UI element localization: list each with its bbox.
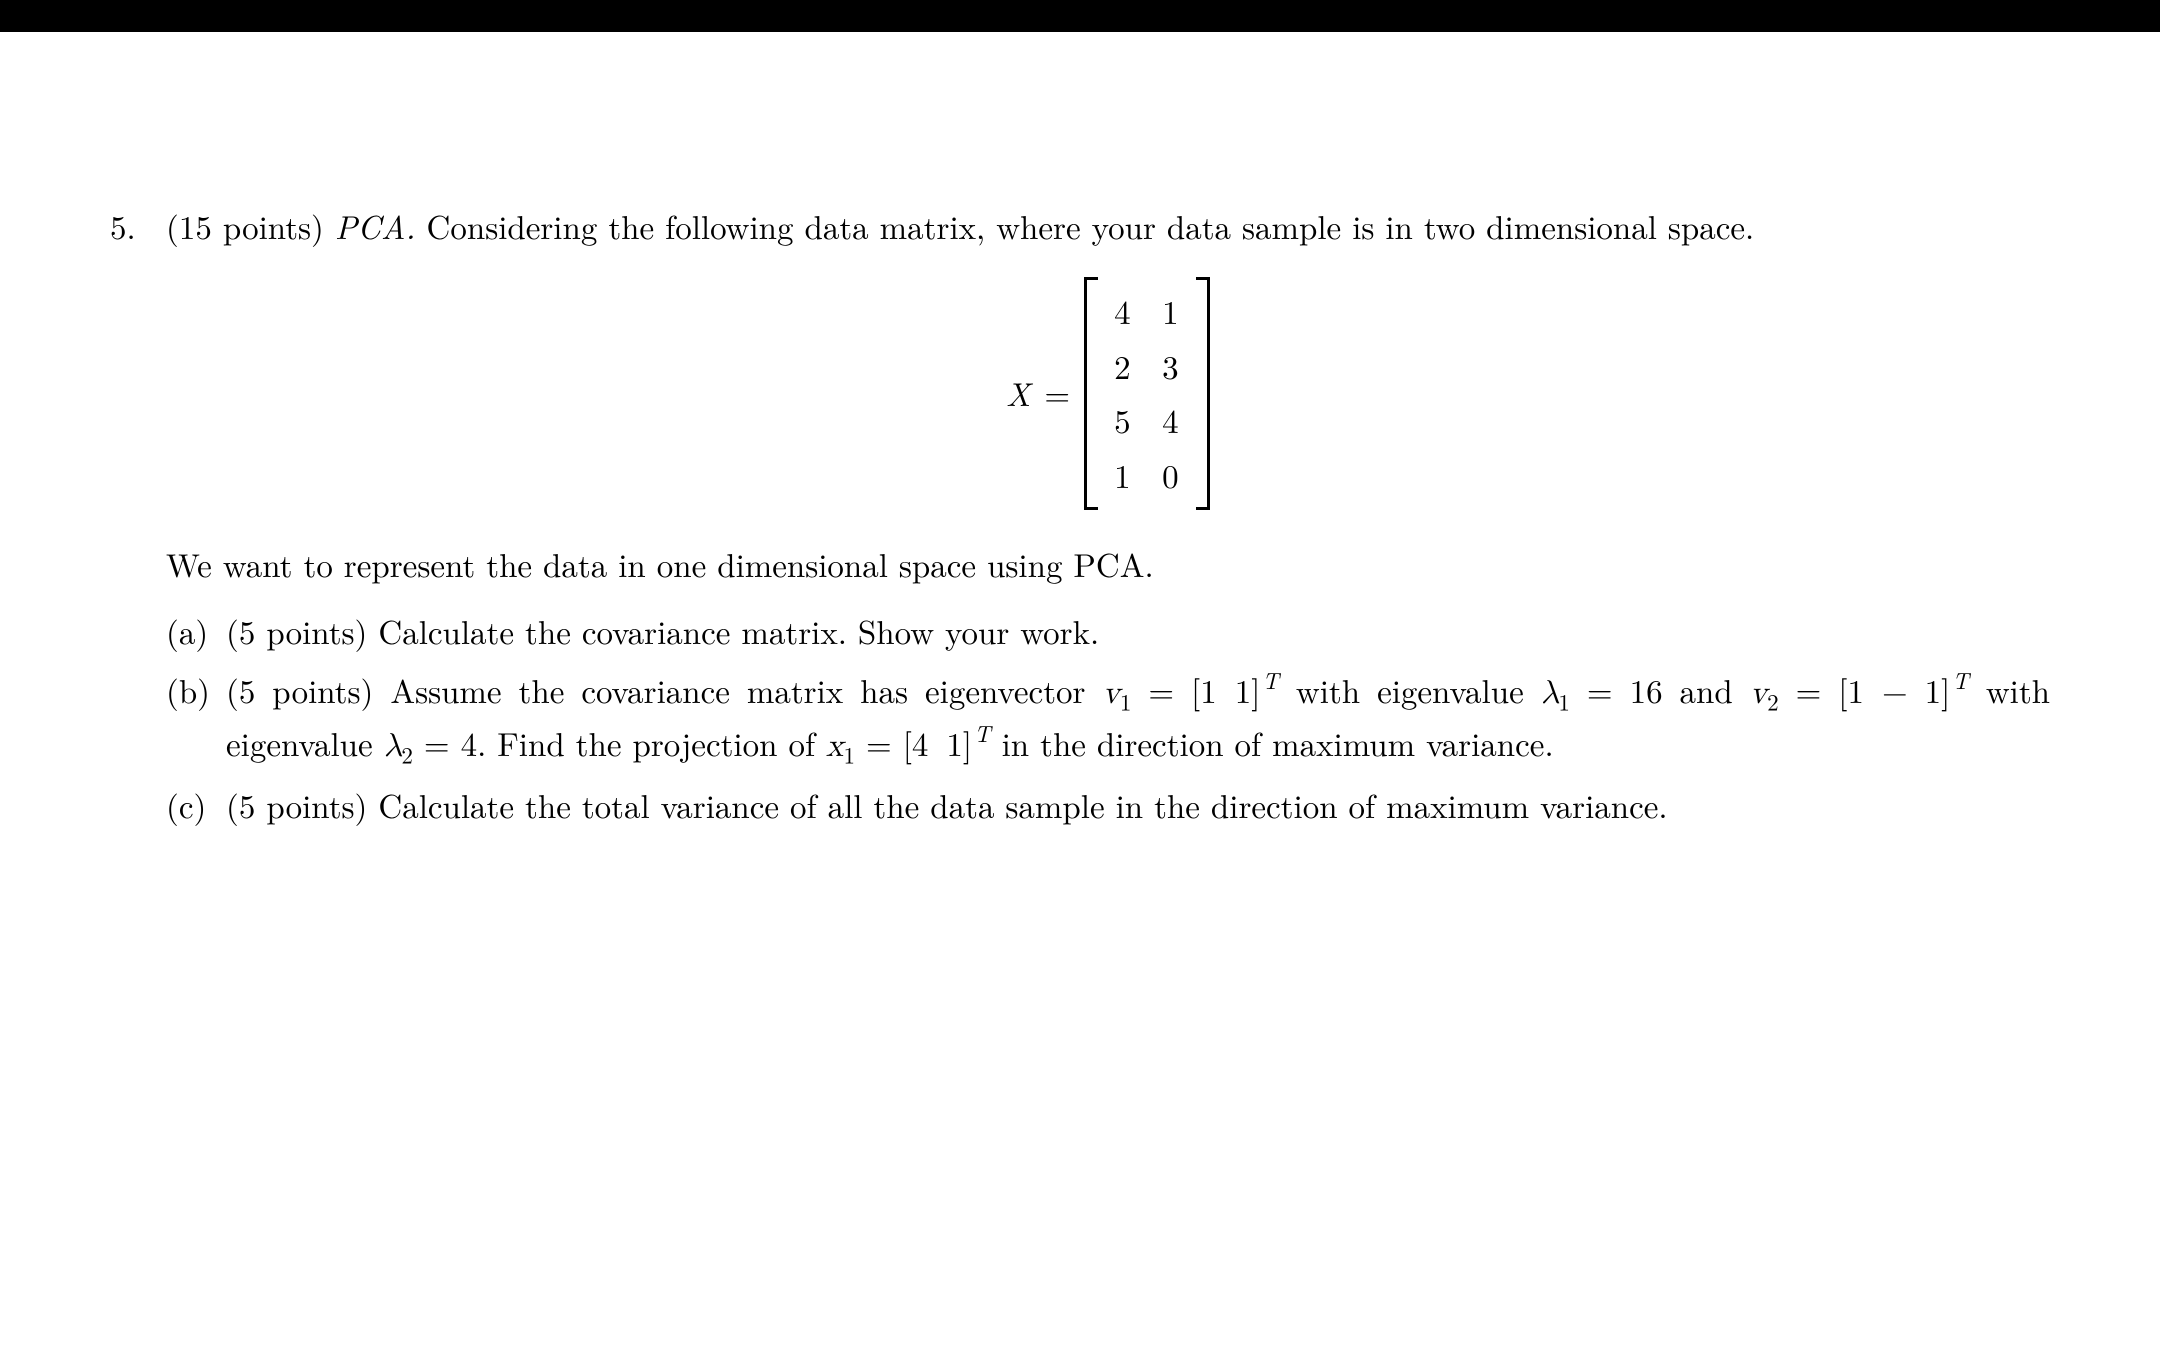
subpart-c: (c) (5 points) Calculate the total varia…: [166, 781, 2050, 830]
vec2-b: − 1: [1882, 666, 1941, 713]
subpart-b-label: (b): [166, 666, 226, 772]
v2-subscript: 2: [1767, 684, 1779, 717]
eq4-text: = 4. Find the projection of: [413, 719, 826, 766]
matrix-cell: 4: [1162, 396, 1180, 445]
subpart-a-label: (a): [166, 607, 226, 656]
vec1-close: ]: [1251, 666, 1260, 713]
vec1-open: [: [1191, 666, 1200, 713]
transpose-1: T: [1262, 663, 1279, 696]
matrix-equation: X = 4 1 2 3 5 4 1: [166, 277, 2050, 510]
subpart-c-points: (5 points): [226, 781, 367, 828]
transpose-2: T: [1952, 663, 1969, 696]
top-bar: [0, 0, 2160, 32]
matrix-cell: 2: [1114, 342, 1132, 391]
subpart-b-tail: in the direction of maximum variance.: [991, 719, 1554, 766]
matrix-cell: 0: [1162, 451, 1180, 500]
document-page: 5. (15 points) PCA. Considering the foll…: [0, 32, 2160, 1352]
eq-text: =: [1131, 666, 1191, 713]
subpart-b-content: (5 points) Assume the covariance matrix …: [226, 666, 2050, 772]
matrix-cell: 3: [1162, 342, 1180, 391]
vec3-a: 4: [912, 719, 929, 766]
right-square-bracket-icon: [1196, 277, 1210, 510]
problem-intro-text: Considering the following data matrix, w…: [416, 202, 1755, 249]
matrix-cell: 1: [1162, 287, 1180, 336]
x1-symbol: x: [826, 730, 843, 763]
matrix-variable: X: [1006, 369, 1031, 418]
x1-subscript: 1: [843, 737, 855, 770]
matrix-bracket: 4 1 2 3 5 4 1 0: [1084, 277, 1210, 510]
matrix-cell: 4: [1114, 287, 1132, 336]
vec3-b: 1: [946, 719, 963, 766]
lambda1-subscript: 1: [1558, 684, 1570, 717]
subpart-b: (b) (5 points) Assume the covariance mat…: [166, 666, 2050, 772]
eq3-text: =: [1779, 666, 1839, 713]
transpose-3: T: [974, 716, 991, 749]
matrix-cell: 5: [1114, 396, 1132, 445]
matrix-cell: 1: [1114, 451, 1132, 500]
vec1-b: 1: [1235, 666, 1252, 713]
problem-number: 5.: [110, 202, 166, 830]
subpart-c-content: (5 points) Calculate the total variance …: [226, 781, 2050, 830]
vec3-close: ]: [963, 719, 972, 766]
vec3-open: [: [903, 719, 912, 766]
problem-content: (15 points) PCA. Considering the followi…: [166, 202, 2050, 830]
eq2-text: = 16 and: [1570, 666, 1750, 713]
v1-symbol: v: [1102, 677, 1119, 710]
subpart-c-label: (c): [166, 781, 226, 830]
problem-intro: (15 points) PCA. Considering the followi…: [166, 202, 2050, 251]
problem-points: (15 points): [166, 202, 324, 249]
subpart-c-text: Calculate the total variance of all the …: [367, 781, 1667, 828]
subpart-a-content: (5 points) Calculate the covariance matr…: [226, 607, 2050, 656]
left-square-bracket-icon: [1084, 277, 1098, 510]
problem-title: PCA.: [335, 202, 416, 249]
vec2-close: ]: [1941, 666, 1950, 713]
v1-subscript: 1: [1120, 684, 1132, 717]
subpart-b-pre: Assume the covariance matrix has eigenve…: [373, 666, 1102, 713]
problem-heading-row: 5. (15 points) PCA. Considering the foll…: [110, 202, 2050, 830]
matrix-body: 4 1 2 3 5 4 1 0: [1112, 277, 1182, 510]
problem-5: 5. (15 points) PCA. Considering the foll…: [110, 202, 2050, 830]
problem-line-2: We want to represent the data in one dim…: [166, 540, 2050, 589]
subpart-b-points: (5 points): [226, 666, 373, 713]
with-eigenvalue-1: with eigenvalue: [1279, 666, 1541, 713]
vec1-a: 1: [1200, 666, 1217, 713]
eq5-text: =: [855, 719, 903, 766]
v2-symbol: v: [1750, 677, 1767, 710]
subpart-a: (a) (5 points) Calculate the covariance …: [166, 607, 2050, 656]
lambda2-symbol: λ: [384, 730, 402, 763]
lambda2-subscript: 2: [401, 737, 413, 770]
subpart-a-text: Calculate the covariance matrix. Show yo…: [367, 607, 1099, 654]
equals-sign: =: [1044, 369, 1070, 418]
lambda1-symbol: λ: [1541, 677, 1559, 710]
subpart-a-points: (5 points): [226, 607, 367, 654]
vec2-a: 1: [1847, 666, 1864, 713]
